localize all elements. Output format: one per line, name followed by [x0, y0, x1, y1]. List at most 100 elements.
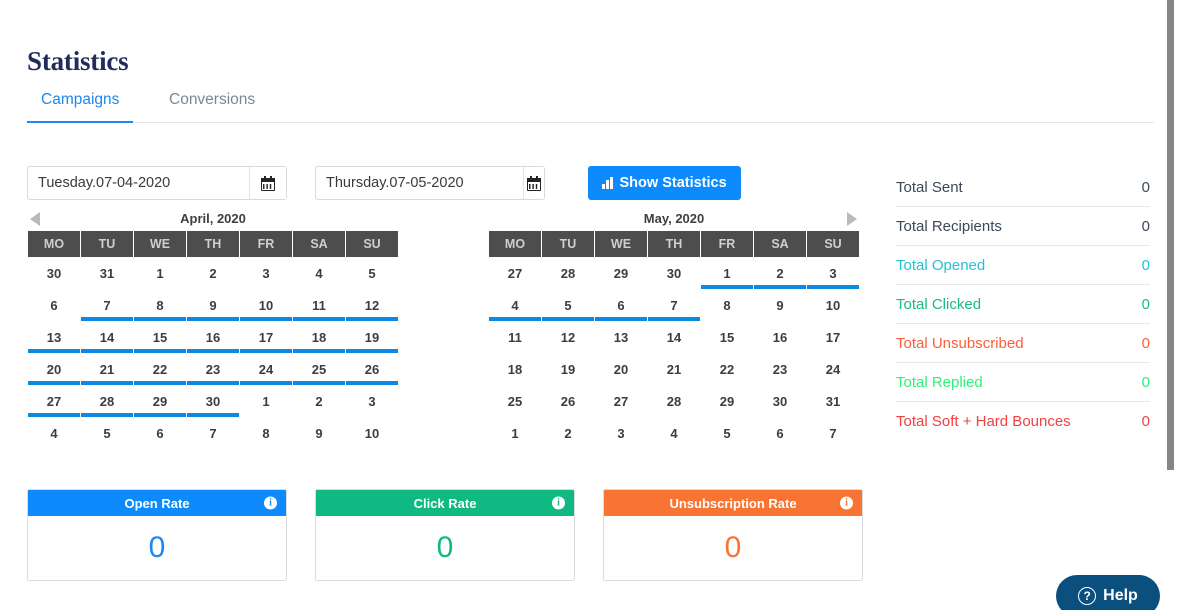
summary-stat-label: Total Soft + Hard Bounces: [896, 413, 1071, 430]
calendar-day-cell[interactable]: 12: [346, 290, 398, 321]
calendar-day-cell[interactable]: 29: [701, 386, 753, 417]
calendar-day-cell[interactable]: 9: [187, 290, 239, 321]
end-date-input[interactable]: [316, 167, 523, 199]
calendar-day-cell[interactable]: 20: [28, 354, 80, 385]
calendar-day-cell[interactable]: 6: [28, 290, 80, 321]
calendar-day-cell[interactable]: 22: [701, 354, 753, 385]
calendar-day-cell[interactable]: 1: [134, 258, 186, 289]
calendar-day-cell: 10: [346, 418, 398, 449]
start-date-input[interactable]: [28, 167, 249, 199]
calendar-day-cell[interactable]: 7: [648, 290, 700, 321]
calendar-day-cell[interactable]: 5: [542, 290, 594, 321]
calendar-day-cell[interactable]: 15: [701, 322, 753, 353]
calendar-day-cell[interactable]: 12: [542, 322, 594, 353]
calendar-day-cell[interactable]: 6: [595, 290, 647, 321]
calendar-week-row: 13 14 15 16 17 18 19: [28, 322, 398, 353]
calendar-day-cell[interactable]: 22: [134, 354, 186, 385]
calendar-day-cell[interactable]: 30: [28, 258, 80, 289]
calendar-day-cell[interactable]: 26: [542, 386, 594, 417]
calendar-day-cell: 9: [293, 418, 345, 449]
calendar-day-cell[interactable]: 13: [28, 322, 80, 353]
calendar-weekday-we: WE: [595, 231, 647, 257]
calendar-day-cell[interactable]: 31: [807, 386, 859, 417]
calendar-day-cell[interactable]: 7: [81, 290, 133, 321]
summary-stats-list: Total Sent 0 Total Recipients 0 Total Opened…: [896, 168, 1150, 441]
info-icon[interactable]: i: [840, 496, 853, 510]
calendar-day-cell[interactable]: 26: [346, 354, 398, 385]
calendar-day-cell[interactable]: 25: [293, 354, 345, 385]
triangle-left-icon[interactable]: [30, 212, 40, 226]
tab-conversions[interactable]: Conversions: [155, 90, 269, 121]
calendar-day-cell[interactable]: 11: [489, 322, 541, 353]
calendar-day-cell[interactable]: 5: [346, 258, 398, 289]
calendar-day-cell[interactable]: 4: [489, 290, 541, 321]
calendar-day-cell[interactable]: 10: [240, 290, 292, 321]
calendar-day-cell[interactable]: 10: [807, 290, 859, 321]
calendar-day-cell[interactable]: 16: [187, 322, 239, 353]
unsubscription-rate-title: Unsubscription Rate: [669, 495, 797, 511]
calendar-day-cell[interactable]: 24: [807, 354, 859, 385]
calendar-weekday-row: MO TU WE TH FR SA SU: [489, 231, 859, 257]
calendar-day-cell: 5: [701, 418, 753, 449]
calendar-day-cell[interactable]: 13: [595, 322, 647, 353]
help-button[interactable]: ? Help: [1056, 575, 1160, 610]
calendar-day-cell[interactable]: 21: [81, 354, 133, 385]
info-icon[interactable]: i: [264, 496, 277, 510]
triangle-right-icon[interactable]: [847, 212, 857, 226]
calendar-day-cell[interactable]: 15: [134, 322, 186, 353]
calendar-day-cell[interactable]: 14: [648, 322, 700, 353]
calendar-day-cell[interactable]: 8: [134, 290, 186, 321]
calendar-day-cell[interactable]: 30: [754, 386, 806, 417]
calendar-day-cell[interactable]: 16: [754, 322, 806, 353]
calendar-day-cell[interactable]: 9: [754, 290, 806, 321]
info-icon[interactable]: i: [552, 496, 565, 510]
open-rate-title: Open Rate: [124, 495, 190, 511]
calendar-day-cell[interactable]: 29: [134, 386, 186, 417]
calendar-day-cell[interactable]: 29: [595, 258, 647, 289]
calendar-day-cell[interactable]: 30: [648, 258, 700, 289]
calendar-day-cell[interactable]: 3: [240, 258, 292, 289]
calendar-weekday-mo: MO: [489, 231, 541, 257]
tab-campaigns[interactable]: Campaigns: [27, 90, 134, 123]
calendar-day-cell[interactable]: 21: [648, 354, 700, 385]
calendar-day-cell[interactable]: 8: [701, 290, 753, 321]
calendar-day-cell[interactable]: 2: [754, 258, 806, 289]
calendar-day-cell[interactable]: 27: [595, 386, 647, 417]
calendar-day-cell: 1: [489, 418, 541, 449]
calendar-day-cell[interactable]: 24: [240, 354, 292, 385]
calendar-day-cell[interactable]: 28: [648, 386, 700, 417]
vertical-scrollbar-thumb[interactable]: [1167, 0, 1174, 470]
calendar-day-cell[interactable]: 18: [489, 354, 541, 385]
calendar-day-cell[interactable]: 27: [28, 386, 80, 417]
calendar-day-cell[interactable]: 3: [807, 258, 859, 289]
calendar-day-cell[interactable]: 30: [187, 386, 239, 417]
calendar-day-cell[interactable]: 31: [81, 258, 133, 289]
calendar-april-header: April, 2020: [27, 208, 399, 230]
calendar-day-cell[interactable]: 17: [807, 322, 859, 353]
start-date-calendar-button[interactable]: [249, 167, 286, 199]
end-date-calendar-button[interactable]: [523, 167, 544, 199]
calendar-week-row: 4 5 6 7 8 9 10: [28, 418, 398, 449]
calendar-day-cell[interactable]: 19: [542, 354, 594, 385]
calendar-weekday-sa: SA: [754, 231, 806, 257]
calendar-day-cell[interactable]: 11: [293, 290, 345, 321]
vertical-scrollbar-track[interactable]: [1161, 0, 1177, 610]
calendar-day-cell: 4: [648, 418, 700, 449]
calendar-day-cell[interactable]: 2: [187, 258, 239, 289]
summary-stat-value: 0: [1141, 295, 1150, 313]
calendar-day-cell[interactable]: 27: [489, 258, 541, 289]
calendar-day-cell[interactable]: 18: [293, 322, 345, 353]
calendar-day-cell[interactable]: 1: [701, 258, 753, 289]
calendar-day-cell[interactable]: 28: [81, 386, 133, 417]
calendar-day-cell[interactable]: 14: [81, 322, 133, 353]
calendar-day-cell: 4: [28, 418, 80, 449]
calendar-day-cell[interactable]: 4: [293, 258, 345, 289]
show-statistics-button[interactable]: Show Statistics: [588, 166, 741, 200]
calendar-day-cell[interactable]: 20: [595, 354, 647, 385]
calendar-day-cell[interactable]: 17: [240, 322, 292, 353]
calendar-day-cell[interactable]: 25: [489, 386, 541, 417]
calendar-day-cell[interactable]: 23: [754, 354, 806, 385]
calendar-day-cell[interactable]: 28: [542, 258, 594, 289]
calendar-day-cell[interactable]: 19: [346, 322, 398, 353]
calendar-day-cell[interactable]: 23: [187, 354, 239, 385]
